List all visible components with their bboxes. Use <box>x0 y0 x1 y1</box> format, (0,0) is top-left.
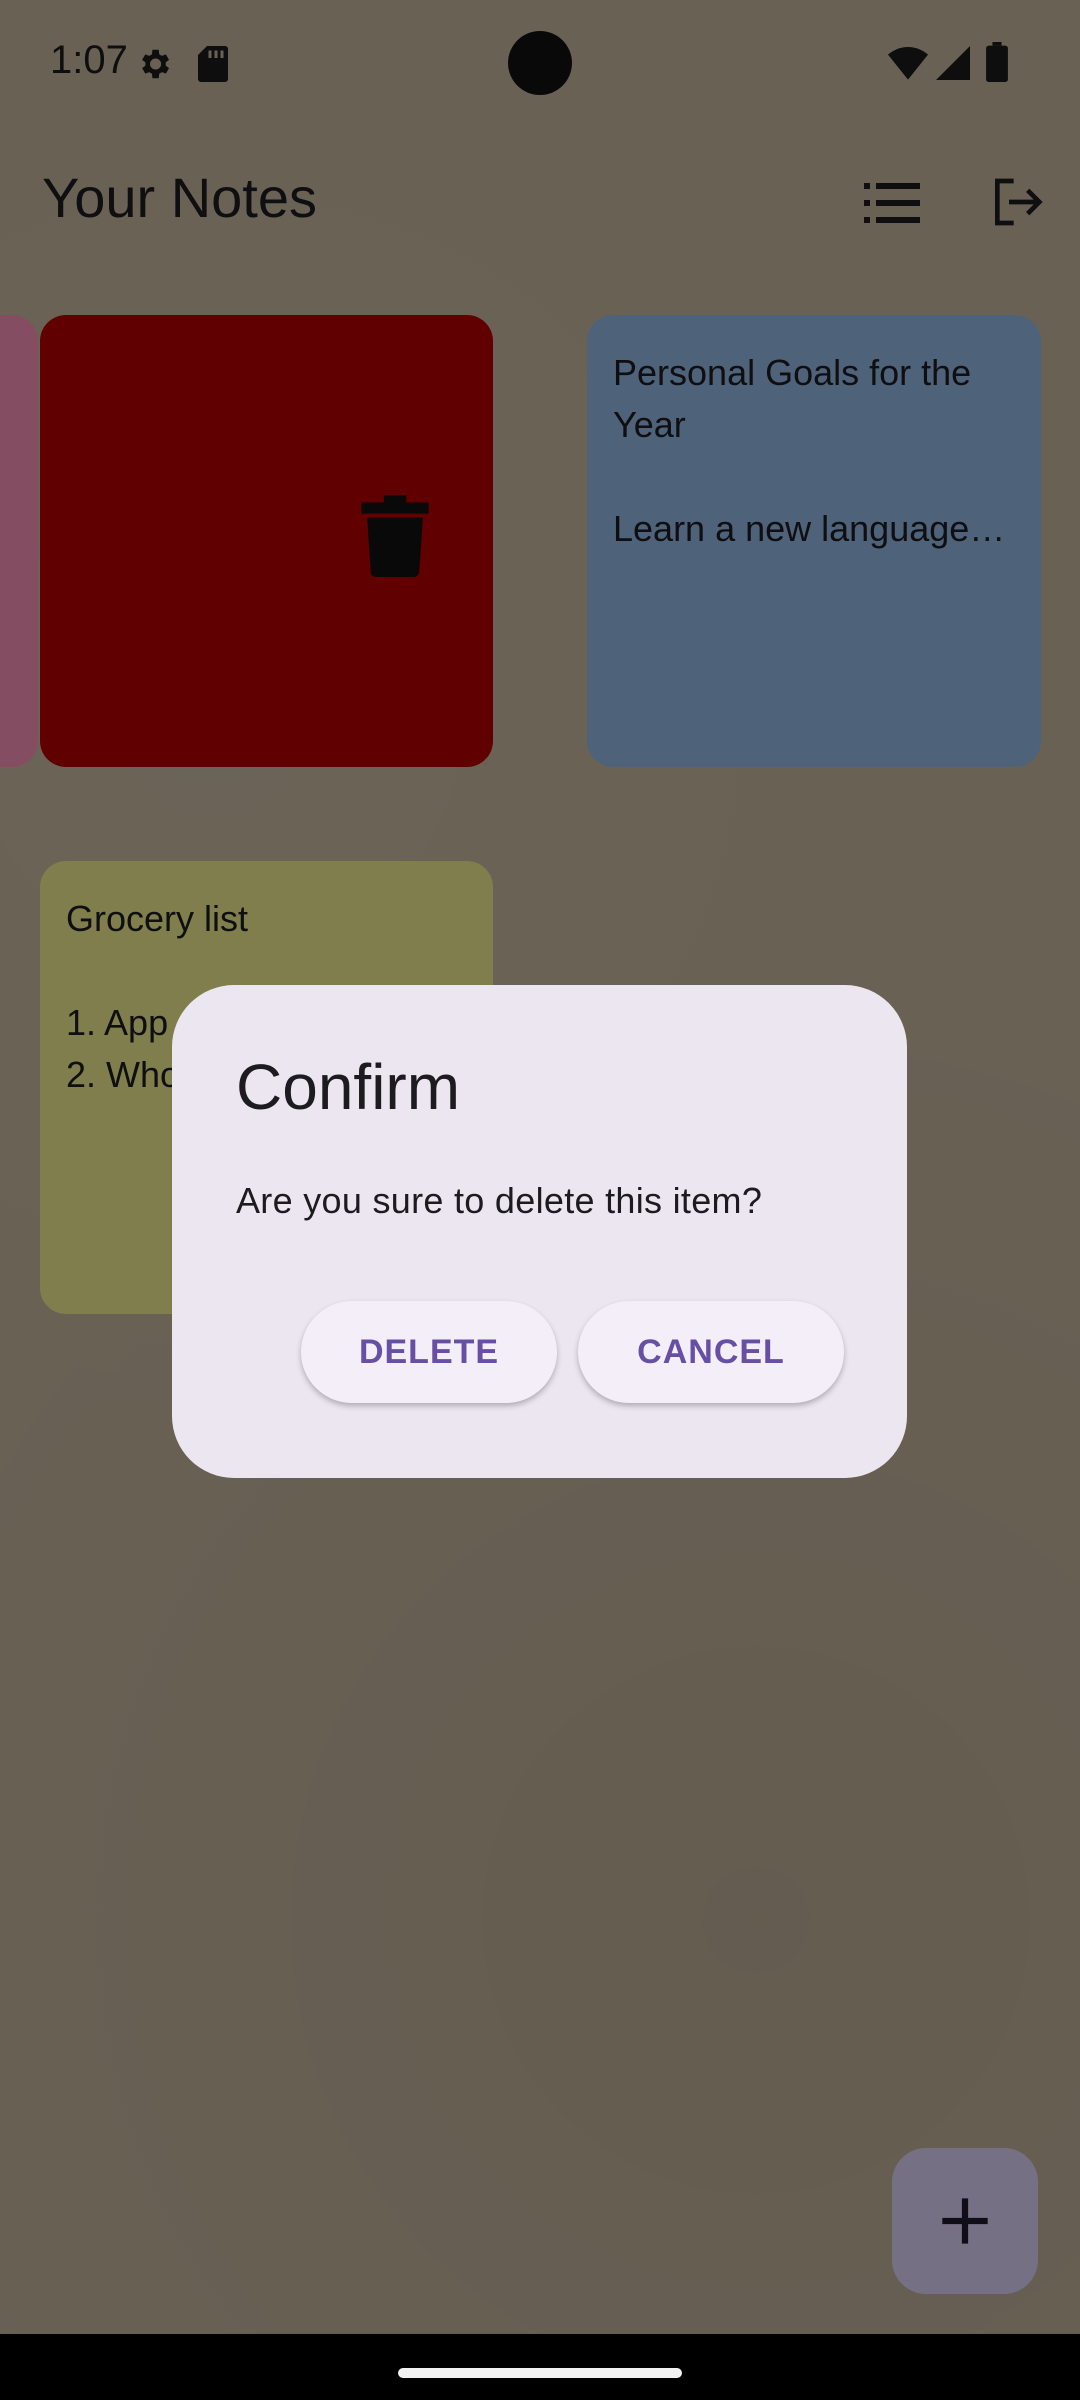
dialog-message: Are you sure to delete this item? <box>236 1180 763 1221</box>
confirm-dialog: Confirm Are you sure to delete this item… <box>172 985 907 1478</box>
delete-button[interactable]: DELETE <box>301 1301 557 1403</box>
cancel-button[interactable]: CANCEL <box>578 1301 844 1403</box>
screen: 1:07 Your Notes Personal Goals for the Y… <box>0 0 1080 2400</box>
dialog-title: Confirm <box>236 1051 461 1123</box>
navigation-bar <box>0 2334 1080 2400</box>
home-indicator[interactable] <box>398 2368 682 2378</box>
